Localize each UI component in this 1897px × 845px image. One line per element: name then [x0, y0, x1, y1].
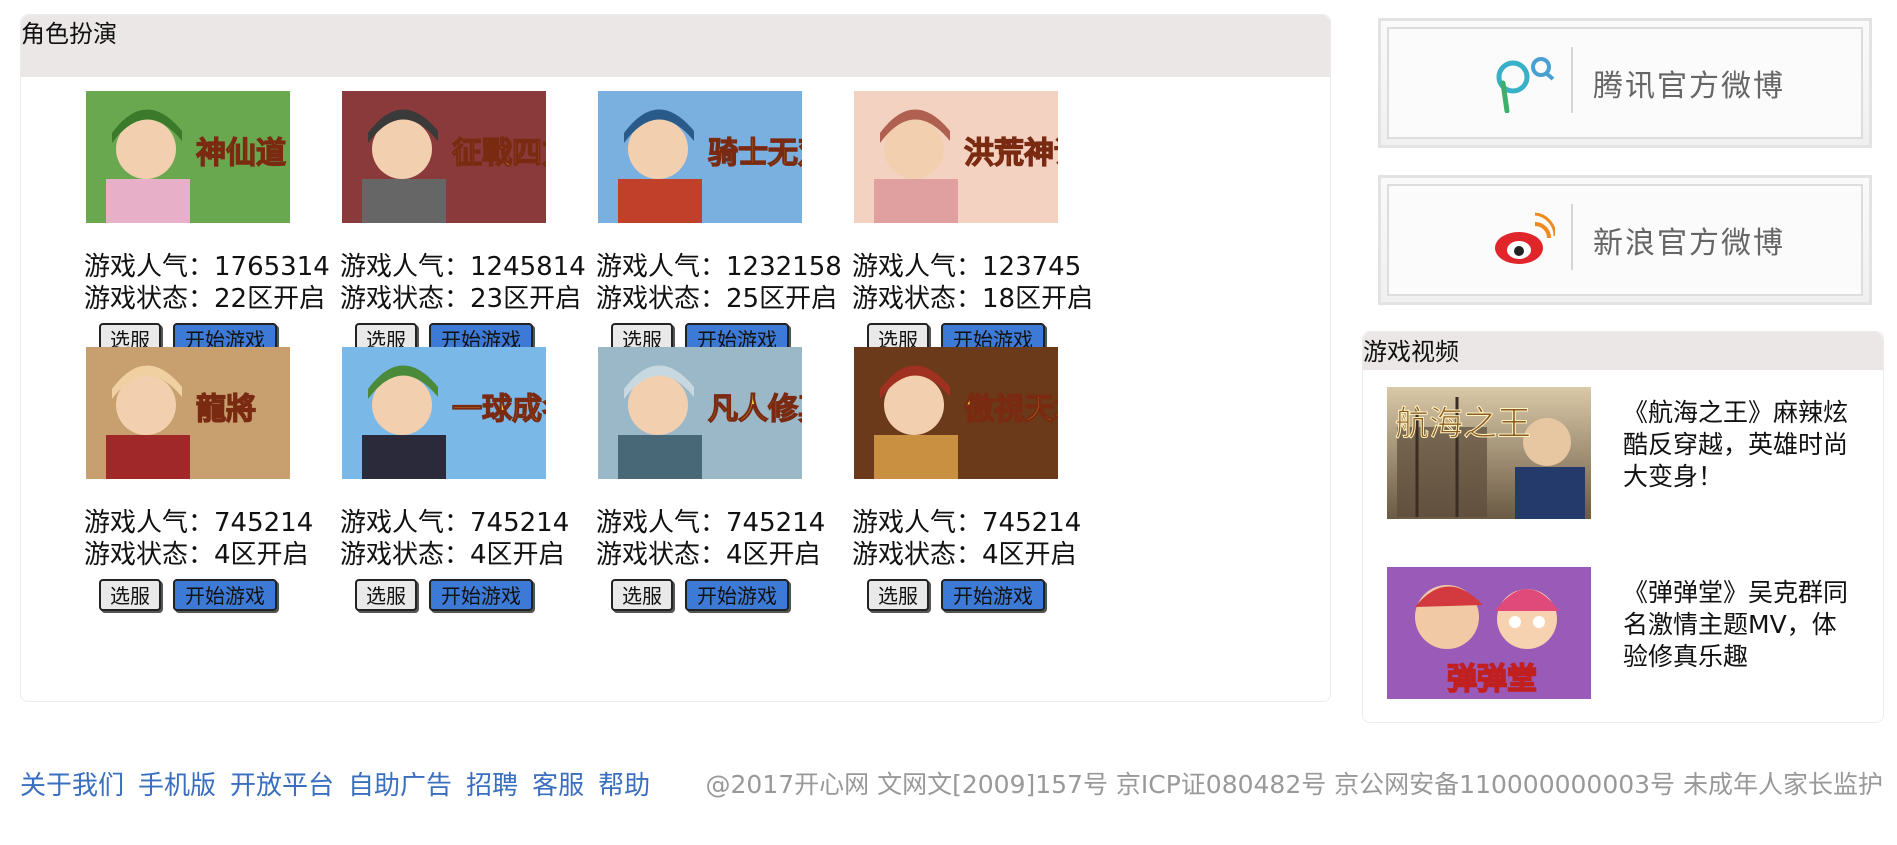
svg-text:弹弹堂: 弹弹堂 [1447, 662, 1537, 697]
game-thumbnail[interactable]: 凡人修真2 [598, 347, 802, 479]
footer-links: 关于我们 手机版 开放平台 自助广告 招聘 客服 帮助 [20, 765, 664, 802]
game-actions: 选服 开始游戏 [355, 579, 533, 611]
game-status: 游戏状态：4区开启 [596, 540, 821, 570]
game-stats: 游戏人气：1245814 游戏状态：23区开启 [340, 251, 640, 315]
footer-link[interactable]: 关于我们 [20, 771, 124, 801]
game-status: 游戏状态：22区开启 [84, 284, 326, 314]
video-thumbnail[interactable]: 弹弹堂 [1387, 567, 1591, 699]
game-popularity: 游戏人气：1245814 [340, 252, 586, 282]
svg-text:洪荒神话: 洪荒神话 [964, 136, 1058, 171]
game-thumbnail[interactable]: 骑士无双 [598, 91, 802, 223]
svg-text:征戰四方: 征戰四方 [452, 136, 546, 171]
game-thumbnail[interactable]: 龍將 [86, 347, 290, 479]
select-server-button[interactable]: 选服 [867, 579, 929, 611]
footer-link[interactable]: 手机版 [138, 771, 216, 801]
game-actions: 选服 开始游戏 [611, 579, 789, 611]
game-popularity: 游戏人气：745214 [84, 508, 314, 538]
game-actions: 选服 开始游戏 [99, 579, 277, 611]
tencent-weibo-link[interactable]: 腾讯官方微博 [1378, 18, 1872, 148]
game-popularity: 游戏人气：745214 [852, 508, 1082, 538]
game-stats: 游戏人气：745214 游戏状态：4区开启 [340, 507, 640, 571]
game-status: 游戏状态：4区开启 [340, 540, 565, 570]
video-caption[interactable]: 《弹弹堂》吴克群同名激情主题MV，体验修真乐趣 [1623, 577, 1853, 673]
game-thumbnail[interactable]: 征戰四方 [342, 91, 546, 223]
game-stats: 游戏人气：1765314 游戏状态：22区开启 [84, 251, 384, 315]
game-popularity: 游戏人气：745214 [596, 508, 826, 538]
game-thumbnail[interactable]: 一球成名 [342, 347, 546, 479]
footer-link[interactable]: 开放平台 [230, 771, 334, 801]
role-play-panel: 角色扮演 神仙道 游戏人气：1765314 游戏状态：22区开启 选服开始游戏 [20, 14, 1331, 702]
game-popularity: 游戏人气：1232158 [596, 252, 842, 282]
game-popularity: 游戏人气：123745 [852, 252, 1082, 282]
start-game-button[interactable]: 开始游戏 [685, 579, 789, 611]
sina-weibo-icon [1495, 212, 1555, 264]
svg-text:凡人修真2: 凡人修真2 [708, 392, 802, 427]
footer-link[interactable]: 自助广告 [348, 771, 452, 801]
start-game-button[interactable]: 开始游戏 [429, 579, 533, 611]
game-status: 游戏状态：23区开启 [340, 284, 582, 314]
select-server-button[interactable]: 选服 [99, 579, 161, 611]
game-stats: 游戏人气：745214 游戏状态：4区开启 [596, 507, 896, 571]
game-thumbnail[interactable]: 傲視天地 [854, 347, 1058, 479]
game-status: 游戏状态：4区开启 [852, 540, 1077, 570]
select-server-button[interactable]: 选服 [611, 579, 673, 611]
game-status: 游戏状态：25区开启 [596, 284, 838, 314]
game-popularity: 游戏人气：1765314 [84, 252, 330, 282]
footer-link[interactable]: 帮助 [598, 771, 650, 801]
game-thumbnail[interactable]: 神仙道 [86, 91, 290, 223]
weibo-label: 新浪官方微博 [1593, 226, 1785, 261]
video-caption[interactable]: 《航海之王》麻辣炫酷反穿越，英雄时尚大变身！ [1623, 397, 1853, 493]
video-panel-title: 游戏视频 [1363, 338, 1459, 366]
video-panel-header: 游戏视频 [1363, 332, 1883, 370]
svg-text:神仙道: 神仙道 [196, 136, 286, 171]
start-game-button[interactable]: 开始游戏 [173, 579, 277, 611]
select-server-button[interactable]: 选服 [355, 579, 417, 611]
svg-text:傲視天地: 傲視天地 [964, 392, 1058, 427]
footer-link[interactable]: 招聘 [466, 771, 518, 801]
game-stats: 游戏人气：745214 游戏状态：4区开启 [84, 507, 384, 571]
game-popularity: 游戏人气：745214 [340, 508, 570, 538]
tencent-weibo-icon [1496, 57, 1555, 113]
game-video-panel: 游戏视频 航海之王 《航海之王》麻辣炫酷反穿越，英雄时尚大变身！ 弹弹堂 《弹弹… [1362, 331, 1884, 723]
svg-text:骑士无双: 骑士无双 [708, 136, 802, 171]
game-grid: 神仙道 游戏人气：1765314 游戏状态：22区开启 选服开始游戏 征戰四方 … [21, 15, 1330, 701]
copyright-text: @2017开心网 文网文[2009]157号 京ICP证080482号 京公网安… [705, 770, 1883, 799]
game-stats: 游戏人气：123745 游戏状态：18区开启 [852, 251, 1152, 315]
video-thumbnail[interactable]: 航海之王 [1387, 387, 1591, 519]
sina-weibo-link[interactable]: 新浪官方微博 [1378, 175, 1872, 305]
game-status: 游戏状态：18区开启 [852, 284, 1094, 314]
svg-text:一球成名: 一球成名 [452, 392, 546, 427]
footer-link[interactable]: 客服 [532, 771, 584, 801]
svg-text:航海之王: 航海之王 [1395, 404, 1531, 444]
game-stats: 游戏人气：745214 游戏状态：4区开启 [852, 507, 1152, 571]
svg-text:龍將: 龍將 [196, 392, 256, 427]
weibo-label: 腾讯官方微博 [1593, 69, 1785, 104]
game-thumbnail[interactable]: 洪荒神话 [854, 91, 1058, 223]
game-status: 游戏状态：4区开启 [84, 540, 309, 570]
game-stats: 游戏人气：1232158 游戏状态：25区开启 [596, 251, 896, 315]
game-actions: 选服 开始游戏 [867, 579, 1045, 611]
start-game-button[interactable]: 开始游戏 [941, 579, 1045, 611]
